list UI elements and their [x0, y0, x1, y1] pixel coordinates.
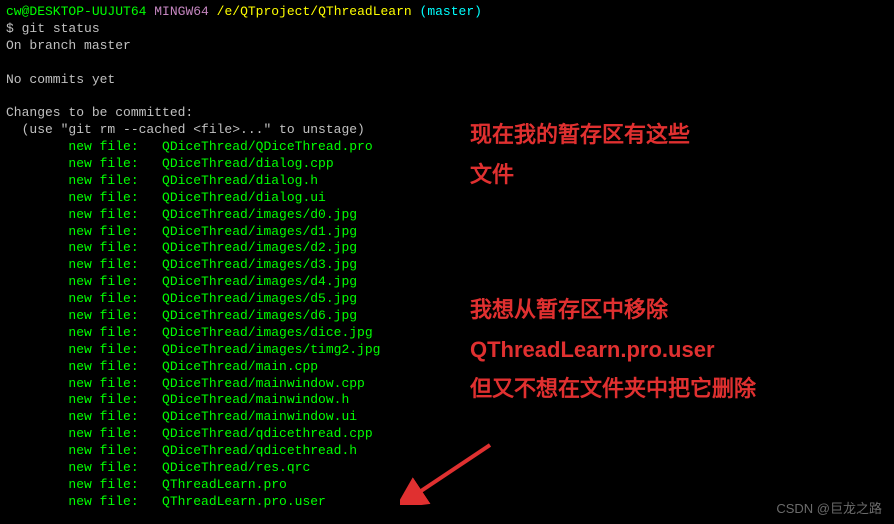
branch-status: On branch master	[6, 38, 888, 55]
unstage-hint: (use "git rm --cached <file>..." to unst…	[6, 122, 888, 139]
staged-file-row: new file: QDiceThread/dialog.ui	[6, 190, 888, 207]
branch-indicator: (master)	[420, 4, 482, 19]
staged-file-row: new file: QDiceThread/images/d4.jpg	[6, 274, 888, 291]
changes-header: Changes to be committed:	[6, 105, 888, 122]
staged-file-row: new file: QDiceThread/images/d1.jpg	[6, 224, 888, 241]
annotation-2-line3: 但又不想在文件夹中把它删除	[470, 369, 756, 409]
shell-prompt: cw@DESKTOP-UUJUT64 MINGW64 /e/QTproject/…	[6, 4, 888, 21]
cwd-path: /e/QTproject/QThreadLearn	[217, 4, 412, 19]
env-label: MINGW64	[154, 4, 209, 19]
staged-file-row: new file: QDiceThread/dialog.h	[6, 173, 888, 190]
staged-file-row: new file: QDiceThread/qdicethread.cpp	[6, 426, 888, 443]
annotation-1-line2: 文件	[470, 155, 690, 195]
staged-file-row: new file: QDiceThread/res.qrc	[6, 460, 888, 477]
annotation-2-line2: QThreadLearn.pro.user	[470, 330, 756, 370]
staged-file-row: new file: QDiceThread/images/d0.jpg	[6, 207, 888, 224]
staged-file-row: new file: QDiceThread/mainwindow.ui	[6, 409, 888, 426]
staged-file-row: new file: QDiceThread/qdicethread.h	[6, 443, 888, 460]
watermark: CSDN @巨龙之路	[776, 501, 882, 518]
command-text: git status	[22, 21, 100, 36]
user-host: cw@DESKTOP-UUJUT64	[6, 4, 146, 19]
command-line[interactable]: $ git status	[6, 21, 888, 38]
staged-file-row: new file: QDiceThread/images/d2.jpg	[6, 240, 888, 257]
annotation-1-line1: 现在我的暂存区有这些	[470, 115, 690, 155]
staged-file-row: new file: QThreadLearn.pro.user	[6, 494, 888, 511]
staged-file-row: new file: QThreadLearn.pro	[6, 477, 888, 494]
annotation-1: 现在我的暂存区有这些 文件	[470, 115, 690, 194]
staged-file-row: new file: QDiceThread/QDiceThread.pro	[6, 139, 888, 156]
staged-file-row: new file: QDiceThread/images/d3.jpg	[6, 257, 888, 274]
annotation-2-line1: 我想从暂存区中移除	[470, 290, 756, 330]
staged-file-row: new file: QDiceThread/dialog.cpp	[6, 156, 888, 173]
annotation-2: 我想从暂存区中移除 QThreadLearn.pro.user 但又不想在文件夹…	[470, 290, 756, 409]
no-commits-msg: No commits yet	[6, 72, 888, 89]
